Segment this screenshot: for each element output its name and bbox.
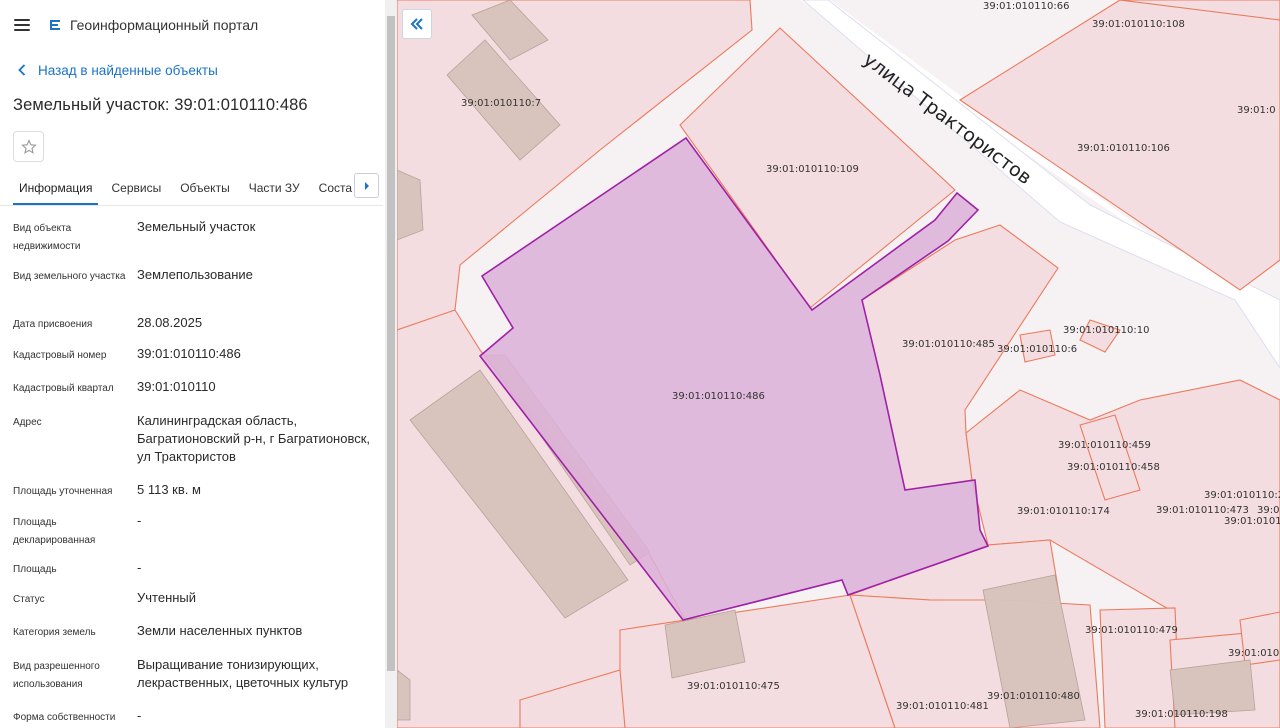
property-label: Кадастровый номер xyxy=(13,350,107,361)
property-value: Землепользование xyxy=(137,267,253,282)
property-value: Земли населенных пунктов xyxy=(137,623,303,638)
tab-services[interactable]: Сервисы xyxy=(105,172,167,205)
parcel-label: 39:01:010110:106 xyxy=(1077,143,1170,154)
parcel-label: 39:01:010110:108 xyxy=(1092,19,1185,30)
property-value: Калининградская область, Багратионовский… xyxy=(137,413,371,464)
star-icon xyxy=(20,138,37,154)
parcel-label: 39:01:010110:2 xyxy=(1204,490,1280,501)
property-row: Площадь уточненная 5 113 кв. м xyxy=(13,481,385,512)
property-label: Адрес xyxy=(13,417,42,428)
property-row: Площадь - xyxy=(13,559,385,589)
parcel-label: 39:01:010110:66 xyxy=(983,1,1069,12)
property-row: Адрес Калининградская область, Багратион… xyxy=(13,412,385,481)
parcel-label: 39:01:010110:109 xyxy=(766,164,859,175)
map-canvas[interactable]: 39:01:010110:66 39:01:010110:108 39:01:0… xyxy=(397,0,1280,728)
property-label: Кадастровый квартал xyxy=(13,383,114,394)
parcel-label: 39:01:0 xyxy=(1237,105,1276,116)
collapse-panel-button[interactable] xyxy=(402,9,432,39)
caret-right-icon xyxy=(364,181,369,190)
top-bar: Геоинформационный портал xyxy=(0,0,385,50)
property-label: Статус xyxy=(13,594,45,605)
building xyxy=(397,169,424,241)
property-row: Площадь декларированная - xyxy=(13,512,385,559)
property-value: 39:01:010110 xyxy=(137,379,216,394)
chevron-left-icon xyxy=(18,64,26,76)
portal-logo-icon xyxy=(50,20,60,30)
parcel-label: 39:01:010110:6 xyxy=(997,344,1077,355)
tab-composition[interactable]: Соста xyxy=(313,172,358,205)
property-value: - xyxy=(137,513,142,528)
property-row: Кадастровый квартал 39:01:010110 xyxy=(13,378,385,412)
property-label: Вид объекта недвижимости xyxy=(13,223,81,252)
building xyxy=(1169,659,1256,716)
parcel-label: 39:01:010110:485 xyxy=(902,339,995,350)
property-value: 39:01:010110:486 xyxy=(137,346,241,361)
parcel-label: 39:01 xyxy=(1257,505,1280,516)
tab-parcel-parts[interactable]: Части ЗУ xyxy=(243,172,306,205)
property-list: Вид объекта недвижимости Земельный участ… xyxy=(0,206,385,728)
parcel-label: 39:01:010110:3 xyxy=(1224,516,1280,527)
parcel-label: 39:01:010110:198 xyxy=(1135,709,1228,720)
tab-information[interactable]: Информация xyxy=(13,172,99,205)
parcel-label: 39:01:010110:480 xyxy=(987,691,1080,702)
property-row: Кадастровый номер 39:01:010110:486 xyxy=(13,345,385,378)
property-value: 5 113 кв. м xyxy=(137,482,201,497)
tabs-scroll-right-button[interactable] xyxy=(354,173,379,198)
property-label: Дата присвоения xyxy=(13,319,93,330)
back-link-label: Назад в найденные объекты xyxy=(38,62,218,78)
property-label: Площадь xyxy=(13,564,57,575)
property-value: Учтенный xyxy=(137,590,197,605)
parcel-label: 39:01:010110:486 xyxy=(672,391,765,402)
property-row: Вид разрешенного использования Выращиван… xyxy=(13,656,385,707)
property-value: - xyxy=(137,708,142,723)
sidebar: Геоинформационный портал Назад в найденн… xyxy=(0,0,385,728)
property-value: Выращивание тонизирующих, лекраственных,… xyxy=(137,657,349,690)
parcel-label: 39:01:010110:458 xyxy=(1067,462,1160,473)
parcel-label: 39:01:010 xyxy=(1228,648,1279,659)
property-value: 28.08.2025 xyxy=(137,315,203,330)
cadastral-map[interactable]: 39:01:010110:66 39:01:010110:108 39:01:0… xyxy=(397,0,1280,728)
sidebar-scrollbar-thumb[interactable] xyxy=(387,16,395,671)
page-title: Земельный участок: 39:01:010110:486 xyxy=(13,96,308,114)
back-to-results-link[interactable]: Назад в найденные объекты xyxy=(18,60,385,80)
property-label: Категория земель xyxy=(13,627,96,638)
property-row: Дата присвоения 28.08.2025 xyxy=(13,314,385,345)
parcel-label: 39:01:010110:459 xyxy=(1058,440,1151,451)
parcel-label: 39:01:010110:473 xyxy=(1156,505,1249,516)
hamburger-icon[interactable] xyxy=(14,19,30,31)
property-row: Статус Учтенный xyxy=(13,589,385,622)
property-row: Вид земельного участка Землепользование xyxy=(13,266,385,314)
property-label: Форма собственности xyxy=(13,712,116,723)
double-chevron-left-icon xyxy=(410,18,423,30)
property-value: Земельный участок xyxy=(137,219,256,234)
property-row: Форма собственности - xyxy=(13,707,385,728)
property-value: - xyxy=(137,560,142,575)
property-label: Вид земельного участка xyxy=(13,271,126,282)
parcel-label: 39:01:010110:174 xyxy=(1017,506,1110,517)
parcel-label: 39:01:010110:10 xyxy=(1063,325,1149,336)
parcel-label: 39:01:010110:475 xyxy=(687,681,780,692)
parcel-label: 39:01:010110:479 xyxy=(1085,625,1178,636)
property-label: Площадь уточненная xyxy=(13,486,113,497)
property-row: Вид объекта недвижимости Земельный участ… xyxy=(13,218,385,266)
property-row: Категория земель Земли населенных пункто… xyxy=(13,622,385,656)
property-label: Вид разрешенного использования xyxy=(13,661,100,690)
property-label: Площадь декларированная xyxy=(13,517,96,546)
parcel-label: 39:01:010110:7 xyxy=(461,98,541,109)
tab-bar: Информация Сервисы Объекты Части ЗУ Сост… xyxy=(0,172,383,206)
parcel-label: 39:01:010110:481 xyxy=(896,701,989,712)
favorite-button[interactable] xyxy=(13,131,44,162)
app-title: Геоинформационный портал xyxy=(70,17,259,33)
tab-objects[interactable]: Объекты xyxy=(174,172,236,205)
